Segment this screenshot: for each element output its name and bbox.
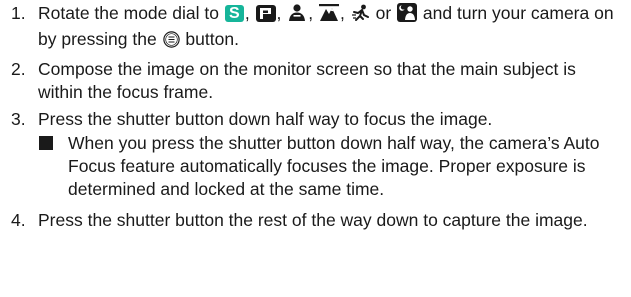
step-3: 3. Press the shutter button down half wa… xyxy=(11,108,623,205)
square-bullet-icon xyxy=(39,136,53,150)
note-text: When you press the shutter button down h… xyxy=(68,133,600,199)
note-item: When you press the shutter button down h… xyxy=(38,132,623,201)
power-button-icon xyxy=(162,31,180,54)
mode-s-icon: S xyxy=(224,5,244,22)
night-portrait-mode-icon xyxy=(397,3,418,28)
mode-p-icon xyxy=(255,5,276,28)
step-number: 3. xyxy=(11,109,26,129)
step-number: 1. xyxy=(11,3,26,23)
step-text: Compose the image on the monitor screen … xyxy=(38,59,576,102)
portrait-mode-icon xyxy=(287,4,307,28)
sports-mode-icon xyxy=(351,4,370,28)
step-1: 1. Rotate the mode dial to S, , , , or a… xyxy=(11,2,623,54)
step-text: Rotate the mode dial to S, , , , or and … xyxy=(38,2,623,54)
step-4: 4. Press the shutter button the rest of … xyxy=(11,209,623,232)
step-text: Press the shutter button down half way t… xyxy=(38,109,493,129)
step-2: 2. Compose the image on the monitor scre… xyxy=(11,58,623,104)
landscape-mode-icon xyxy=(319,4,340,28)
step-number: 2. xyxy=(11,59,26,79)
instruction-page: 1. Rotate the mode dial to S, , , , or a… xyxy=(0,0,631,297)
step-number: 4. xyxy=(11,210,26,230)
step-text: Press the shutter button the rest of the… xyxy=(38,210,588,230)
